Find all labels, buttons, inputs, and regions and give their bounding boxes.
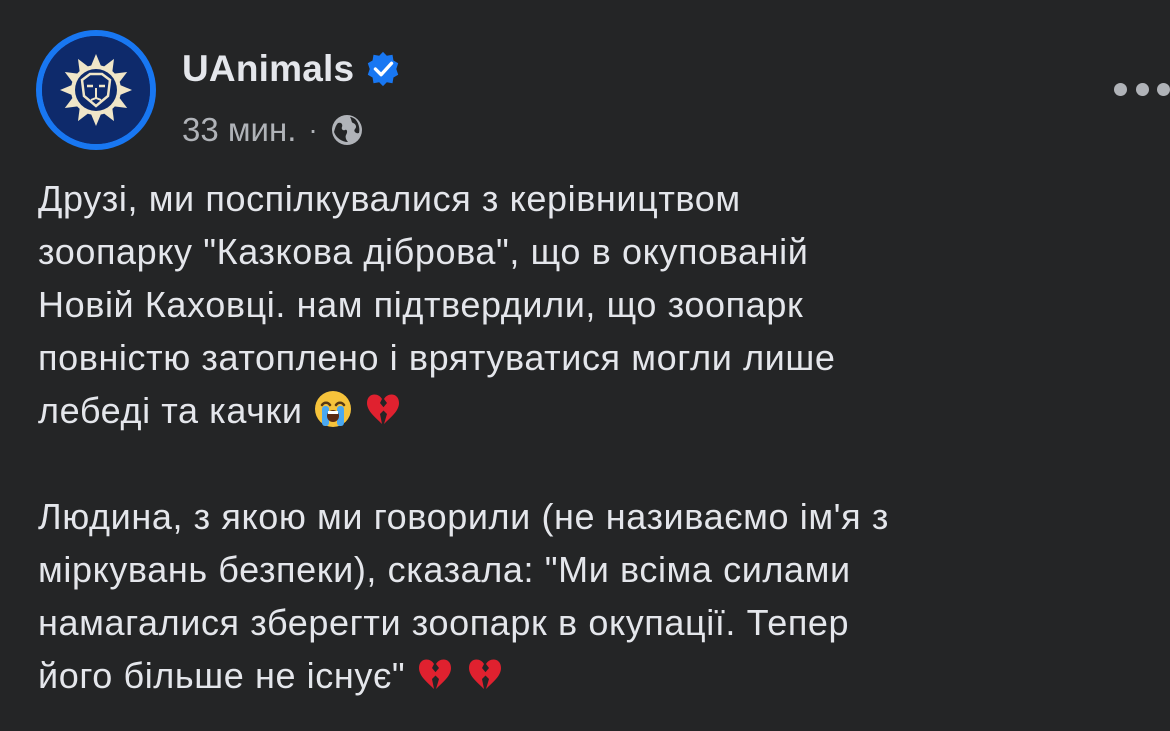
post-paragraph-2: Людина, з якою ми говорили (не називаємо…	[38, 490, 1138, 702]
avatar[interactable]	[36, 30, 156, 150]
author-name[interactable]: UAnimals	[182, 48, 354, 90]
text-line: Новій Каховці. нам підтвердили, що зоопа…	[38, 284, 804, 325]
more-dot	[1135, 82, 1149, 96]
broken-heart-icon	[465, 654, 505, 694]
loudly-crying-face-icon	[313, 389, 353, 429]
broken-heart-icon	[415, 654, 455, 694]
author-row: UAnimals	[182, 44, 402, 94]
post-header: UAnimals 33 мин. ·	[36, 30, 1170, 155]
text-line: міркувань безпеки), сказала: "Ми всіма с…	[38, 549, 851, 590]
text-fragment: його більше не існує"	[38, 655, 406, 696]
more-dot	[1114, 82, 1127, 96]
text-line: намагалися зберегти зоопарк в окупації. …	[38, 602, 850, 643]
text-line: Друзі, ми поспілкувалися з керівництвом	[38, 178, 741, 219]
post-body: Друзі, ми поспілкувалися з керівництвом …	[38, 172, 1138, 702]
text-line: Людина, з якою ми говорили (не називаємо…	[38, 496, 889, 537]
post-meta: 33 мин. ·	[182, 108, 364, 152]
globe-icon[interactable]	[330, 113, 364, 147]
more-dot	[1157, 82, 1170, 96]
text-line-with-emoji: його більше не існує"	[38, 649, 1138, 702]
text-line-with-emoji: лебеді та качки	[38, 384, 1138, 437]
text-line: зоопарку "Казкова діброва", що в окупова…	[38, 231, 809, 272]
more-options-icon[interactable]	[1114, 74, 1170, 104]
broken-heart-icon	[363, 389, 403, 429]
post-paragraph-1: Друзі, ми поспілкувалися з керівництвом …	[38, 172, 1138, 437]
post-timestamp[interactable]: 33 мин.	[182, 111, 296, 149]
post-card: UAnimals 33 мин. · Друзі, ми поспілкувал…	[0, 0, 1170, 731]
text-line: повністю затоплено і врятуватися могли л…	[38, 337, 836, 378]
meta-separator: ·	[308, 114, 318, 145]
verified-badge-icon	[364, 50, 402, 88]
lion-logo-icon	[42, 36, 150, 144]
text-fragment: лебеді та качки	[38, 390, 303, 431]
